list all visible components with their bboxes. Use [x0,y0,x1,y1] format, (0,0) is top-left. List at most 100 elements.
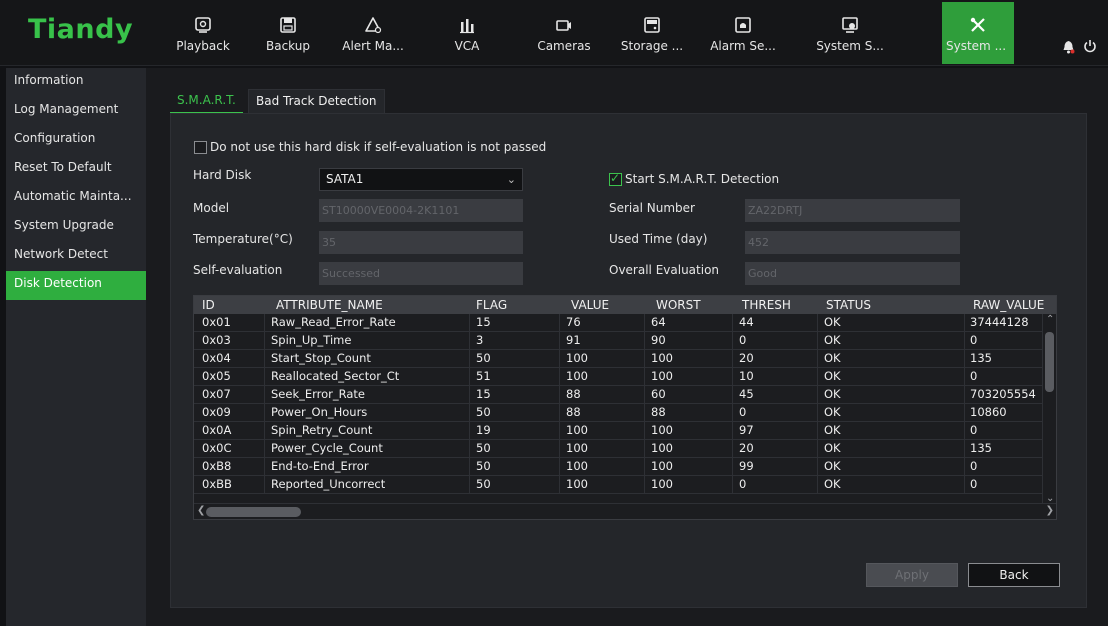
nav-system-maintenance[interactable]: System ... [942,2,1014,64]
table-row[interactable]: 0x0A Spin_Retry_Count 19 100 100 97 OK 0 [194,422,1042,440]
cell-id: 0x0A [202,423,232,437]
cell-status: OK [824,423,841,437]
power-icon[interactable] [1083,39,1097,53]
nav-playback[interactable]: Playback [160,2,246,64]
overall-evaluation-field: Good [745,262,960,285]
cell-raw-value: 703205554 [970,387,1036,401]
sidebar-item-reset-to-default[interactable]: Reset To Default [6,155,146,184]
scroll-right-icon[interactable]: ❯ [1046,505,1054,516]
cell-value: 88 [566,405,581,419]
cell-id: 0x03 [202,333,231,347]
table-row[interactable]: 0x09 Power_On_Hours 50 88 88 0 OK 10860 [194,404,1042,422]
model-label: Model [193,201,230,215]
cell-id: 0x05 [202,369,231,383]
column-separator [559,332,560,349]
cell-attribute-name: Start_Stop_Count [271,351,371,365]
notification-bell-icon[interactable] [1062,40,1075,54]
system-settings-icon [842,17,858,33]
start-smart-checkbox[interactable] [609,171,622,186]
nav-system-settings[interactable]: System S... [807,2,893,64]
alarm-icon [735,17,751,33]
cell-attribute-name: End-to-End_Error [271,459,369,473]
column-separator [644,422,645,439]
column-header-thresh: THRESH [742,298,791,312]
column-separator [817,332,818,349]
used-time-label: Used Time (day) [609,232,708,246]
vertical-scrollbar[interactable]: ⌃ ⌄ [1042,314,1056,504]
cell-attribute-name: Seek_Error_Rate [271,387,366,401]
cell-flag: 51 [476,369,491,383]
cell-attribute-name: Reported_Uncorrect [271,477,386,491]
cell-flag: 50 [476,405,491,419]
self-evaluation-label: Self-evaluation [193,263,283,277]
column-separator [964,458,965,475]
cell-status: OK [824,351,841,365]
table-row[interactable]: 0x05 Reallocated_Sector_Ct 51 100 100 10 OK 0 [194,368,1042,386]
cell-id: 0x09 [202,405,231,419]
table-row[interactable]: 0x01 Raw_Read_Error_Rate 15 76 64 44 OK 3744412… [194,314,1042,332]
tab-smart[interactable]: S.M.A.R.T. [170,89,243,113]
apply-button[interactable]: Apply [866,563,958,587]
column-separator [469,404,470,421]
vertical-scroll-thumb[interactable] [1045,332,1054,392]
sidebar-item-configuration[interactable]: Configuration [6,126,146,155]
cell-raw-value: 10860 [970,405,1007,419]
table-row[interactable]: 0x07 Seek_Error_Rate 15 88 60 45 OK 703205554 [194,386,1042,404]
horizontal-scrollbar[interactable]: ❮ ❯ [194,503,1056,519]
sidebar-item-disk-detection[interactable]: Disk Detection [6,271,146,300]
cell-raw-value: 0 [970,369,978,383]
smart-attributes-table: ID ATTRIBUTE_NAME FLAG VALUE WORST THRES… [193,295,1057,520]
table-row[interactable]: 0x04 Start_Stop_Count 50 100 100 20 OK 135 [194,350,1042,368]
nav-cameras[interactable]: Cameras [521,2,607,64]
table-row[interactable]: 0x0C Power_Cycle_Count 50 100 100 20 OK 135 [194,440,1042,458]
table-row[interactable]: 0xB8 End-to-End_Error 50 100 100 99 OK 0 [194,458,1042,476]
cell-status: OK [824,369,841,383]
sidebar-item-network-detect[interactable]: Network Detect [6,242,146,271]
cell-flag: 50 [476,459,491,473]
overall-evaluation-label: Overall Evaluation [609,263,720,277]
column-separator [559,458,560,475]
scroll-up-icon[interactable]: ⌃ [1046,314,1054,325]
column-separator [644,368,645,385]
column-separator [964,386,965,403]
column-separator [264,404,265,421]
cell-status: OK [824,405,841,419]
scroll-left-icon[interactable]: ❮ [197,505,205,516]
chevron-down-icon: ⌄ [506,173,516,186]
table-header: ID ATTRIBUTE_NAME FLAG VALUE WORST THRES… [194,296,1056,314]
tab-bad-track-detection[interactable]: Bad Track Detection [248,89,385,113]
column-separator [469,368,470,385]
cell-flag: 19 [476,423,491,437]
cell-flag: 50 [476,351,491,365]
sidebar-item-information[interactable]: Information [6,68,146,97]
column-separator [732,404,733,421]
back-button[interactable]: Back [968,563,1060,587]
cell-value: 100 [566,441,588,455]
cell-thresh: 44 [739,315,754,329]
column-separator [732,368,733,385]
sidebar-item-system-upgrade[interactable]: System Upgrade [6,213,146,242]
sidebar-item-log-management[interactable]: Log Management [6,97,146,126]
table-row[interactable]: 0x03 Spin_Up_Time 3 91 90 0 OK 0 [194,332,1042,350]
column-separator [264,422,265,439]
cell-raw-value: 0 [970,459,978,473]
hard-disk-select[interactable]: SATA1 ⌄ [319,168,523,191]
nav-vca[interactable]: VCA [424,2,510,64]
cell-worst: 88 [651,405,666,419]
column-header-value: VALUE [571,298,610,312]
nav-alert[interactable]: Alert Ma... [330,2,416,64]
cell-id: 0x01 [202,315,231,329]
skip-disk-checkbox[interactable] [194,141,207,154]
table-row[interactable]: 0xBB Reported_Uncorrect 50 100 100 0 OK 0 [194,476,1042,494]
nav-alarm-settings[interactable]: Alarm Se... [700,2,786,64]
horizontal-scroll-thumb[interactable] [206,507,301,517]
nav-backup[interactable]: Backup [245,2,331,64]
cell-thresh: 0 [739,477,747,491]
cell-value: 88 [566,387,581,401]
camera-icon [556,20,571,31]
column-separator [732,422,733,439]
column-separator [964,440,965,457]
sidebar-item-automatic-maintenance[interactable]: Automatic Mainta... [6,184,146,213]
nav-storage[interactable]: Storage ... [609,2,695,64]
cell-attribute-name: Reallocated_Sector_Ct [271,369,400,383]
